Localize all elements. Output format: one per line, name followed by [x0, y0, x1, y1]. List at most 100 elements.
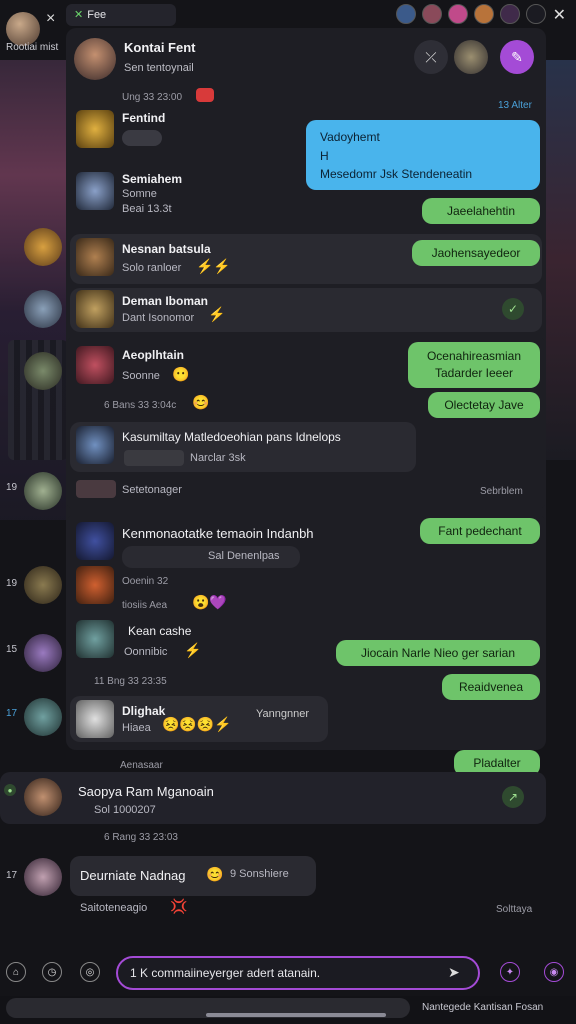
side-avatar-1[interactable]	[24, 228, 62, 266]
contact-avatar[interactable]	[74, 38, 116, 80]
side-avatar-8[interactable]	[24, 858, 62, 896]
emoji-icon: 💢	[170, 898, 188, 914]
side-avatar-4[interactable]	[24, 472, 62, 510]
sender-name: Nesnan batsula	[122, 242, 211, 256]
record-icon[interactable]	[526, 4, 546, 24]
side-number-1: 19	[6, 482, 18, 493]
mute-icon[interactable]: ⤫	[414, 40, 448, 74]
message-avatar[interactable]	[76, 290, 114, 328]
outgoing-timestamp: Solttaya	[496, 904, 533, 915]
check-icon: ✓	[502, 298, 524, 320]
outgoing-message[interactable]: Jiocain Narle Nieo ger sarian	[336, 640, 540, 666]
message-avatar[interactable]	[76, 346, 114, 384]
reaction-icons	[122, 130, 162, 146]
emoji-icon: 😊	[192, 394, 210, 410]
message-text: Dant Isonomor	[122, 312, 195, 324]
outgoing-message[interactable]: Olectetay Jave	[428, 392, 540, 418]
outgoing-timestamp: Sebrblem	[480, 486, 523, 497]
side-number-4: 17	[6, 708, 18, 719]
message-side-text: Yanngnner	[256, 708, 310, 720]
timestamp: 6 Bans 33 3:04c	[104, 400, 177, 411]
profile-button[interactable]	[454, 40, 488, 74]
tab-fee[interactable]: ✕ Fee	[66, 4, 176, 26]
globe-icon[interactable]	[396, 4, 416, 24]
message-avatar[interactable]	[76, 700, 114, 738]
close-tab-icon: ✕	[74, 9, 84, 21]
message-avatar[interactable]	[76, 110, 114, 148]
message-title: Kasumiltay Matledoeohian pans Idnelops	[122, 430, 341, 444]
outgoing-message[interactable]: Reaidvenea	[442, 674, 540, 700]
emoji-icon: ⚡	[208, 306, 226, 322]
outgoing-message[interactable]: Fant pedechant	[420, 518, 540, 544]
online-indicator: ●	[4, 784, 16, 796]
outgoing-message[interactable]: Jaeelahehtin	[422, 198, 540, 224]
message-text: Somne	[122, 188, 157, 200]
outgoing-message[interactable]: Jaohensayedeor	[412, 240, 540, 266]
sticker-icon[interactable]: ✦	[500, 962, 520, 982]
close-icon[interactable]: ×	[46, 10, 55, 28]
side-avatar-2[interactable]	[24, 290, 62, 328]
profile-icon[interactable]	[474, 4, 494, 24]
timestamp: Ooenin 32	[122, 576, 169, 587]
message-avatar[interactable]	[76, 426, 114, 464]
side-avatar-3[interactable]	[24, 352, 62, 390]
home-indicator[interactable]	[206, 1013, 386, 1017]
message-text: Soonne	[122, 370, 160, 382]
timestamp: tiosiis Aea	[122, 600, 168, 611]
home-icon[interactable]: ⌂	[6, 962, 26, 982]
emoji-icon: 😶	[172, 366, 190, 382]
side-number-5: 17	[6, 870, 18, 881]
side-avatar-6[interactable]	[24, 634, 62, 672]
sender-name: Aeoplhtain	[122, 348, 184, 362]
bottom-status-text: Nantegede Kantisan Fosan	[422, 1002, 544, 1013]
emoji-picker-icon[interactable]: ◉	[544, 962, 564, 982]
message-text: Saitoteneagio	[80, 902, 148, 914]
sender-name: Dlighak	[122, 704, 166, 718]
outgoing-message[interactable]: Ocenahireasmian Tadarder Ieeer	[408, 342, 540, 388]
self-name: Rootiai mist	[6, 42, 59, 53]
background-right-strip	[546, 60, 576, 460]
emoji-icon: ⚡	[184, 642, 202, 658]
message-avatar[interactable]	[76, 566, 114, 604]
contact-subtitle: Sen tentoynail	[124, 62, 194, 74]
timestamp: 6 Rang 33 23:03	[104, 832, 178, 843]
self-avatar[interactable]	[6, 12, 40, 46]
message-avatar[interactable]	[24, 778, 62, 816]
message-avatar[interactable]	[76, 172, 114, 210]
sender-name: Deurniate Nadnag	[80, 868, 186, 883]
message-avatar[interactable]	[76, 620, 114, 658]
sender-name: Kean cashe	[128, 624, 192, 638]
close-window-icon[interactable]: ✕	[553, 5, 566, 25]
emoji-icon: 😮💜	[192, 594, 227, 610]
reaction-icons	[76, 480, 116, 498]
outgoing-message[interactable]: Vadoyhemt H Mesedomr Jsk Stendeneatin	[306, 120, 540, 190]
emoji-icon: 😊	[206, 866, 224, 882]
timestamp: Aenasaar	[120, 760, 163, 771]
side-avatar-7[interactable]	[24, 698, 62, 736]
message-text: 9 Sonshiere	[230, 868, 289, 880]
record-icon[interactable]: ◎	[80, 962, 100, 982]
message-text: Sol 1000207	[94, 804, 156, 816]
message-avatar[interactable]	[76, 238, 114, 276]
outgoing-timestamp: 13 Alter	[498, 100, 532, 111]
edit-icon[interactable]: ✎	[500, 40, 534, 74]
side-avatar-5[interactable]	[24, 566, 62, 604]
send-icon[interactable]: ➤	[448, 964, 460, 981]
sender-name: Saopya Ram Mganoain	[78, 784, 214, 799]
contact-name: Kontai Fent	[124, 40, 196, 55]
message-text: Sal Denenlpas	[208, 550, 280, 562]
tab-label: Fee	[87, 9, 107, 21]
message-text: Narclar 3sk	[190, 452, 246, 464]
history-icon[interactable]: ◷	[42, 962, 62, 982]
message-avatar[interactable]	[76, 522, 114, 560]
message-input[interactable]: 1 K commaiineyerger adert atanain.	[116, 956, 480, 990]
timestamp: 11 Bng 33 23:35	[94, 676, 167, 687]
heart-icon[interactable]	[448, 4, 468, 24]
message-text: Setetonager	[122, 484, 182, 496]
mask-icon[interactable]	[500, 4, 520, 24]
side-number-3: 15	[6, 644, 18, 655]
sender-name: Fentind	[122, 111, 166, 125]
reply-icon[interactable]: ↗	[502, 786, 524, 808]
sender-name: Deman Iboman	[122, 294, 209, 308]
avatar-icon[interactable]	[422, 4, 442, 24]
